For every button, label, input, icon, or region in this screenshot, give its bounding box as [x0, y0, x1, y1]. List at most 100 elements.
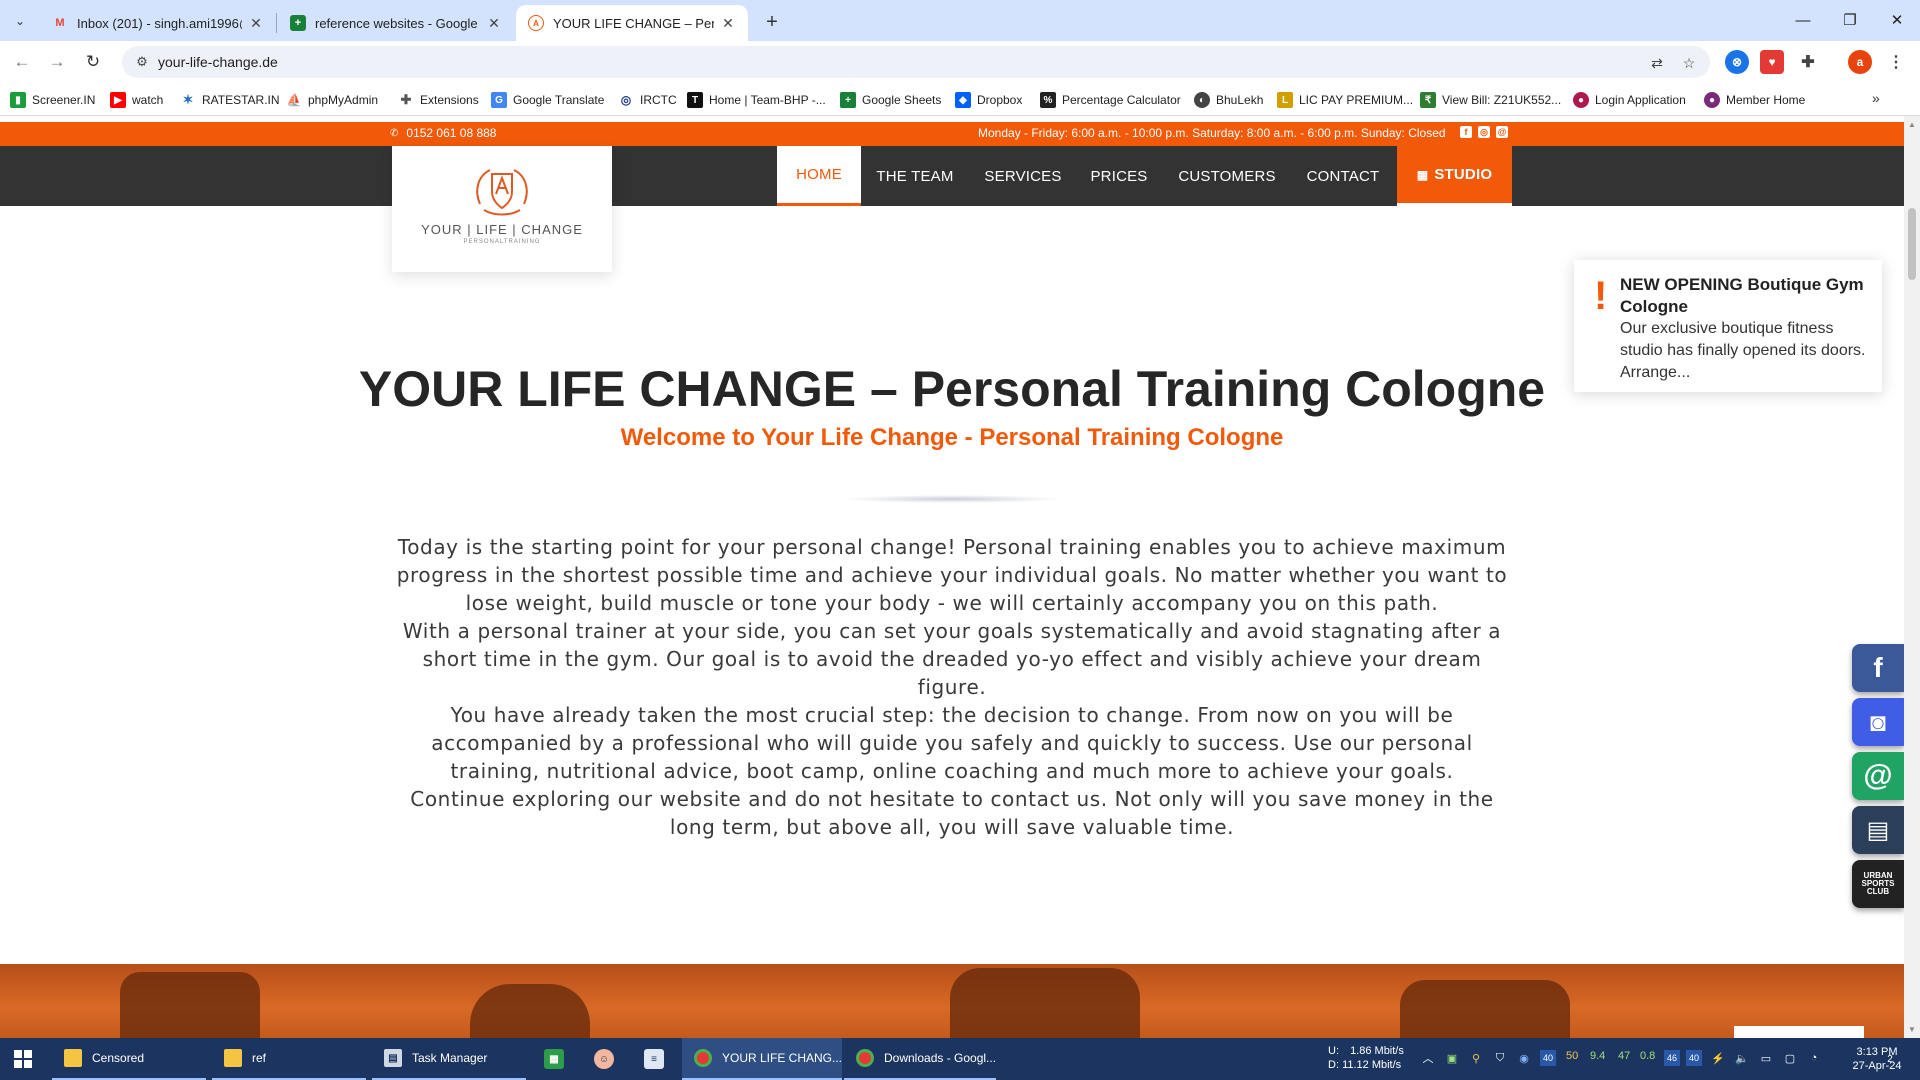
- bookmark-star-icon[interactable]: ☆: [1678, 52, 1700, 74]
- minimize-button[interactable]: —: [1780, 0, 1826, 40]
- notification-center-button[interactable]: 2: [1880, 1050, 1900, 1068]
- close-window-button[interactable]: ✕: [1874, 0, 1920, 40]
- bookmark-screener[interactable]: ▮ Screener.IN: [10, 90, 95, 110]
- browser-tab-strip: ⌄ M Inbox (201) - singh.ami1996@g ✕ + re…: [0, 0, 1920, 41]
- tray-value-box: 40: [1686, 1050, 1702, 1066]
- scroll-thumb[interactable]: [1908, 208, 1916, 280]
- back-button[interactable]: ←: [9, 49, 35, 75]
- nav-studio-button[interactable]: ▦ STUDIO: [1397, 146, 1512, 206]
- logo-subtext: PERSONALTRAINING: [463, 239, 541, 245]
- new-tab-button[interactable]: +: [758, 8, 786, 36]
- bookmark-team-bhp[interactable]: T Home | Team-BHP -...: [687, 90, 826, 110]
- network-tray-icon[interactable]: ◉: [1516, 1050, 1532, 1066]
- bookmark-percentage-calculator[interactable]: % Percentage Calculator: [1040, 90, 1181, 110]
- percent-icon: %: [1040, 92, 1056, 108]
- bookmark-dropbox[interactable]: ◆ Dropbox: [955, 90, 1022, 110]
- translate-icon[interactable]: ⇄: [1646, 52, 1668, 74]
- nav-prices[interactable]: PRICES: [1081, 146, 1157, 206]
- shield-extension-icon[interactable]: ♥: [1760, 50, 1784, 74]
- tab-sheets[interactable]: + reference websites - Google Sh ✕: [278, 5, 514, 41]
- battery-icon[interactable]: ▭: [1758, 1050, 1774, 1066]
- address-bar[interactable]: ⚙ your-life-change.de ⇄ ☆: [122, 46, 1710, 78]
- side-instagram-button[interactable]: ◙: [1852, 698, 1904, 746]
- bookmark-member-home[interactable]: ● Member Home: [1704, 90, 1805, 110]
- bookmark-ratestar[interactable]: ✶ RATESTAR.IN: [180, 90, 280, 110]
- email-icon: @: [1863, 759, 1893, 792]
- bookmark-lic[interactable]: L LIC PAY PREMIUM...: [1277, 90, 1413, 110]
- taskbar-app-downloads[interactable]: Downloads - Googl...: [844, 1038, 996, 1080]
- floating-white-card: [1734, 1026, 1864, 1038]
- restore-button[interactable]: ❐: [1827, 0, 1873, 40]
- bookmark-bhulekh[interactable]: ◐ BhuLekh: [1194, 90, 1263, 110]
- notepad-app-icon[interactable]: ≡: [644, 1049, 664, 1069]
- bookmark-google-translate[interactable]: G Google Translate: [491, 90, 604, 110]
- tab-your-life-change[interactable]: A YOUR LIFE CHANGE – Personal ✕: [516, 5, 748, 41]
- extensions-puzzle-icon[interactable]: ✚: [1796, 50, 1820, 74]
- forward-button[interactable]: →: [44, 49, 70, 75]
- nav-customers[interactable]: CUSTOMERS: [1173, 146, 1281, 206]
- wifi-icon[interactable]: ◔: [1806, 1050, 1822, 1066]
- taskbar-app-your-life-change[interactable]: YOUR LIFE CHANG...: [682, 1038, 842, 1080]
- profile-avatar[interactable]: a: [1848, 50, 1872, 74]
- shield-tray-icon[interactable]: ⛉: [1492, 1050, 1508, 1066]
- bookmark-irctc[interactable]: ◎ IRCTC: [618, 90, 677, 110]
- folder-icon: [64, 1049, 82, 1067]
- side-facebook-button[interactable]: f: [1852, 644, 1904, 692]
- bookmark-login-application[interactable]: ● Login Application: [1573, 90, 1686, 110]
- phpmyadmin-icon: ⛵: [286, 93, 302, 107]
- nav-services[interactable]: SERVICES: [977, 146, 1069, 206]
- side-email-button[interactable]: @: [1852, 752, 1904, 800]
- close-icon[interactable]: ✕: [486, 15, 502, 31]
- taskbar-app-censored[interactable]: Censored: [52, 1038, 206, 1080]
- scroll-down-icon[interactable]: ▼: [1907, 1024, 1917, 1034]
- tab-gmail[interactable]: M Inbox (201) - singh.ami1996@g ✕: [40, 5, 276, 41]
- email-icon[interactable]: @: [1496, 126, 1508, 138]
- nav-contact[interactable]: CONTACT: [1297, 146, 1389, 206]
- close-icon[interactable]: ✕: [248, 15, 264, 31]
- intro-text: Today is the starting point for your per…: [392, 533, 1512, 841]
- chevron-up-icon[interactable]: ︿: [1420, 1050, 1436, 1066]
- facebook-icon[interactable]: f: [1460, 126, 1472, 138]
- bookmark-google-sheets[interactable]: + Google Sheets: [840, 90, 941, 110]
- url-text[interactable]: your-life-change.de: [158, 54, 278, 70]
- speaker-icon[interactable]: 🔈: [1734, 1050, 1750, 1066]
- bookmark-extensions[interactable]: ✚ Extensions: [398, 90, 479, 110]
- nav-home[interactable]: HOME: [777, 146, 861, 206]
- taskbar-app-task-manager[interactable]: ▤ Task Manager: [372, 1038, 526, 1080]
- reload-button[interactable]: ↻: [80, 49, 106, 75]
- bookmarks-bar: ▮ Screener.IN ▶ watch ✶ RATESTAR.IN ⛵ ph…: [0, 83, 1920, 116]
- monitor-icon[interactable]: ▢: [1782, 1050, 1798, 1066]
- close-icon[interactable]: ✕: [720, 15, 736, 31]
- bookmark-view-bill[interactable]: ₹ View Bill: Z21UK552...: [1420, 90, 1561, 110]
- tab-search-icon[interactable]: ⌄: [8, 9, 32, 33]
- instagram-icon[interactable]: ◎: [1478, 126, 1490, 138]
- member-icon: ●: [1704, 92, 1720, 108]
- bookmark-watch[interactable]: ▶ watch: [110, 90, 163, 110]
- tray-value: 0.8: [1640, 1050, 1656, 1062]
- avatar-app-icon[interactable]: ☺: [594, 1049, 614, 1069]
- tray-app-icon[interactable]: ▣: [1444, 1050, 1460, 1066]
- nav-the-team[interactable]: THE TEAM: [865, 146, 965, 206]
- bookmark-phpmyadmin[interactable]: ⛵ phpMyAdmin: [286, 90, 379, 110]
- site-info-icon[interactable]: ⚙: [134, 54, 150, 70]
- new-opening-notification[interactable]: ! NEW OPENING Boutique Gym Cologne Our e…: [1574, 260, 1882, 392]
- menu-kebab-icon[interactable]: ⋮: [1884, 50, 1908, 74]
- side-news-button[interactable]: ▤: [1852, 806, 1904, 854]
- extension-icon[interactable]: ⊗: [1725, 50, 1749, 74]
- opening-hours: Monday - Friday: 6:00 a.m. - 10:00 p.m. …: [978, 126, 1446, 140]
- taskbar-app-ref[interactable]: ref: [212, 1038, 366, 1080]
- more-bookmarks-icon[interactable]: »: [1872, 90, 1880, 106]
- gmail-icon: M: [55, 17, 65, 29]
- page-scrollbar[interactable]: ▲ ▼: [1904, 116, 1920, 1038]
- intro-paragraph: Continue exploring our website and do no…: [410, 787, 1494, 839]
- tray-value: 47: [1618, 1050, 1631, 1062]
- spreadsheet-app-icon[interactable]: ▦: [544, 1049, 564, 1069]
- site-logo[interactable]: YOUR | LIFE | CHANGE PERSONALTRAINING: [392, 146, 612, 272]
- search-tray-icon[interactable]: ⚲: [1468, 1050, 1484, 1066]
- start-button[interactable]: [0, 1038, 46, 1080]
- side-urban-sports-club-button[interactable]: URBAN SPORTS CLUB: [1852, 860, 1904, 908]
- topbar-phone[interactable]: ✆ 0152 061 08 888: [390, 126, 496, 140]
- building-icon: ▦: [1416, 167, 1429, 182]
- scroll-up-icon[interactable]: ▲: [1907, 119, 1917, 129]
- power-tray-icon[interactable]: ⚡: [1710, 1050, 1726, 1066]
